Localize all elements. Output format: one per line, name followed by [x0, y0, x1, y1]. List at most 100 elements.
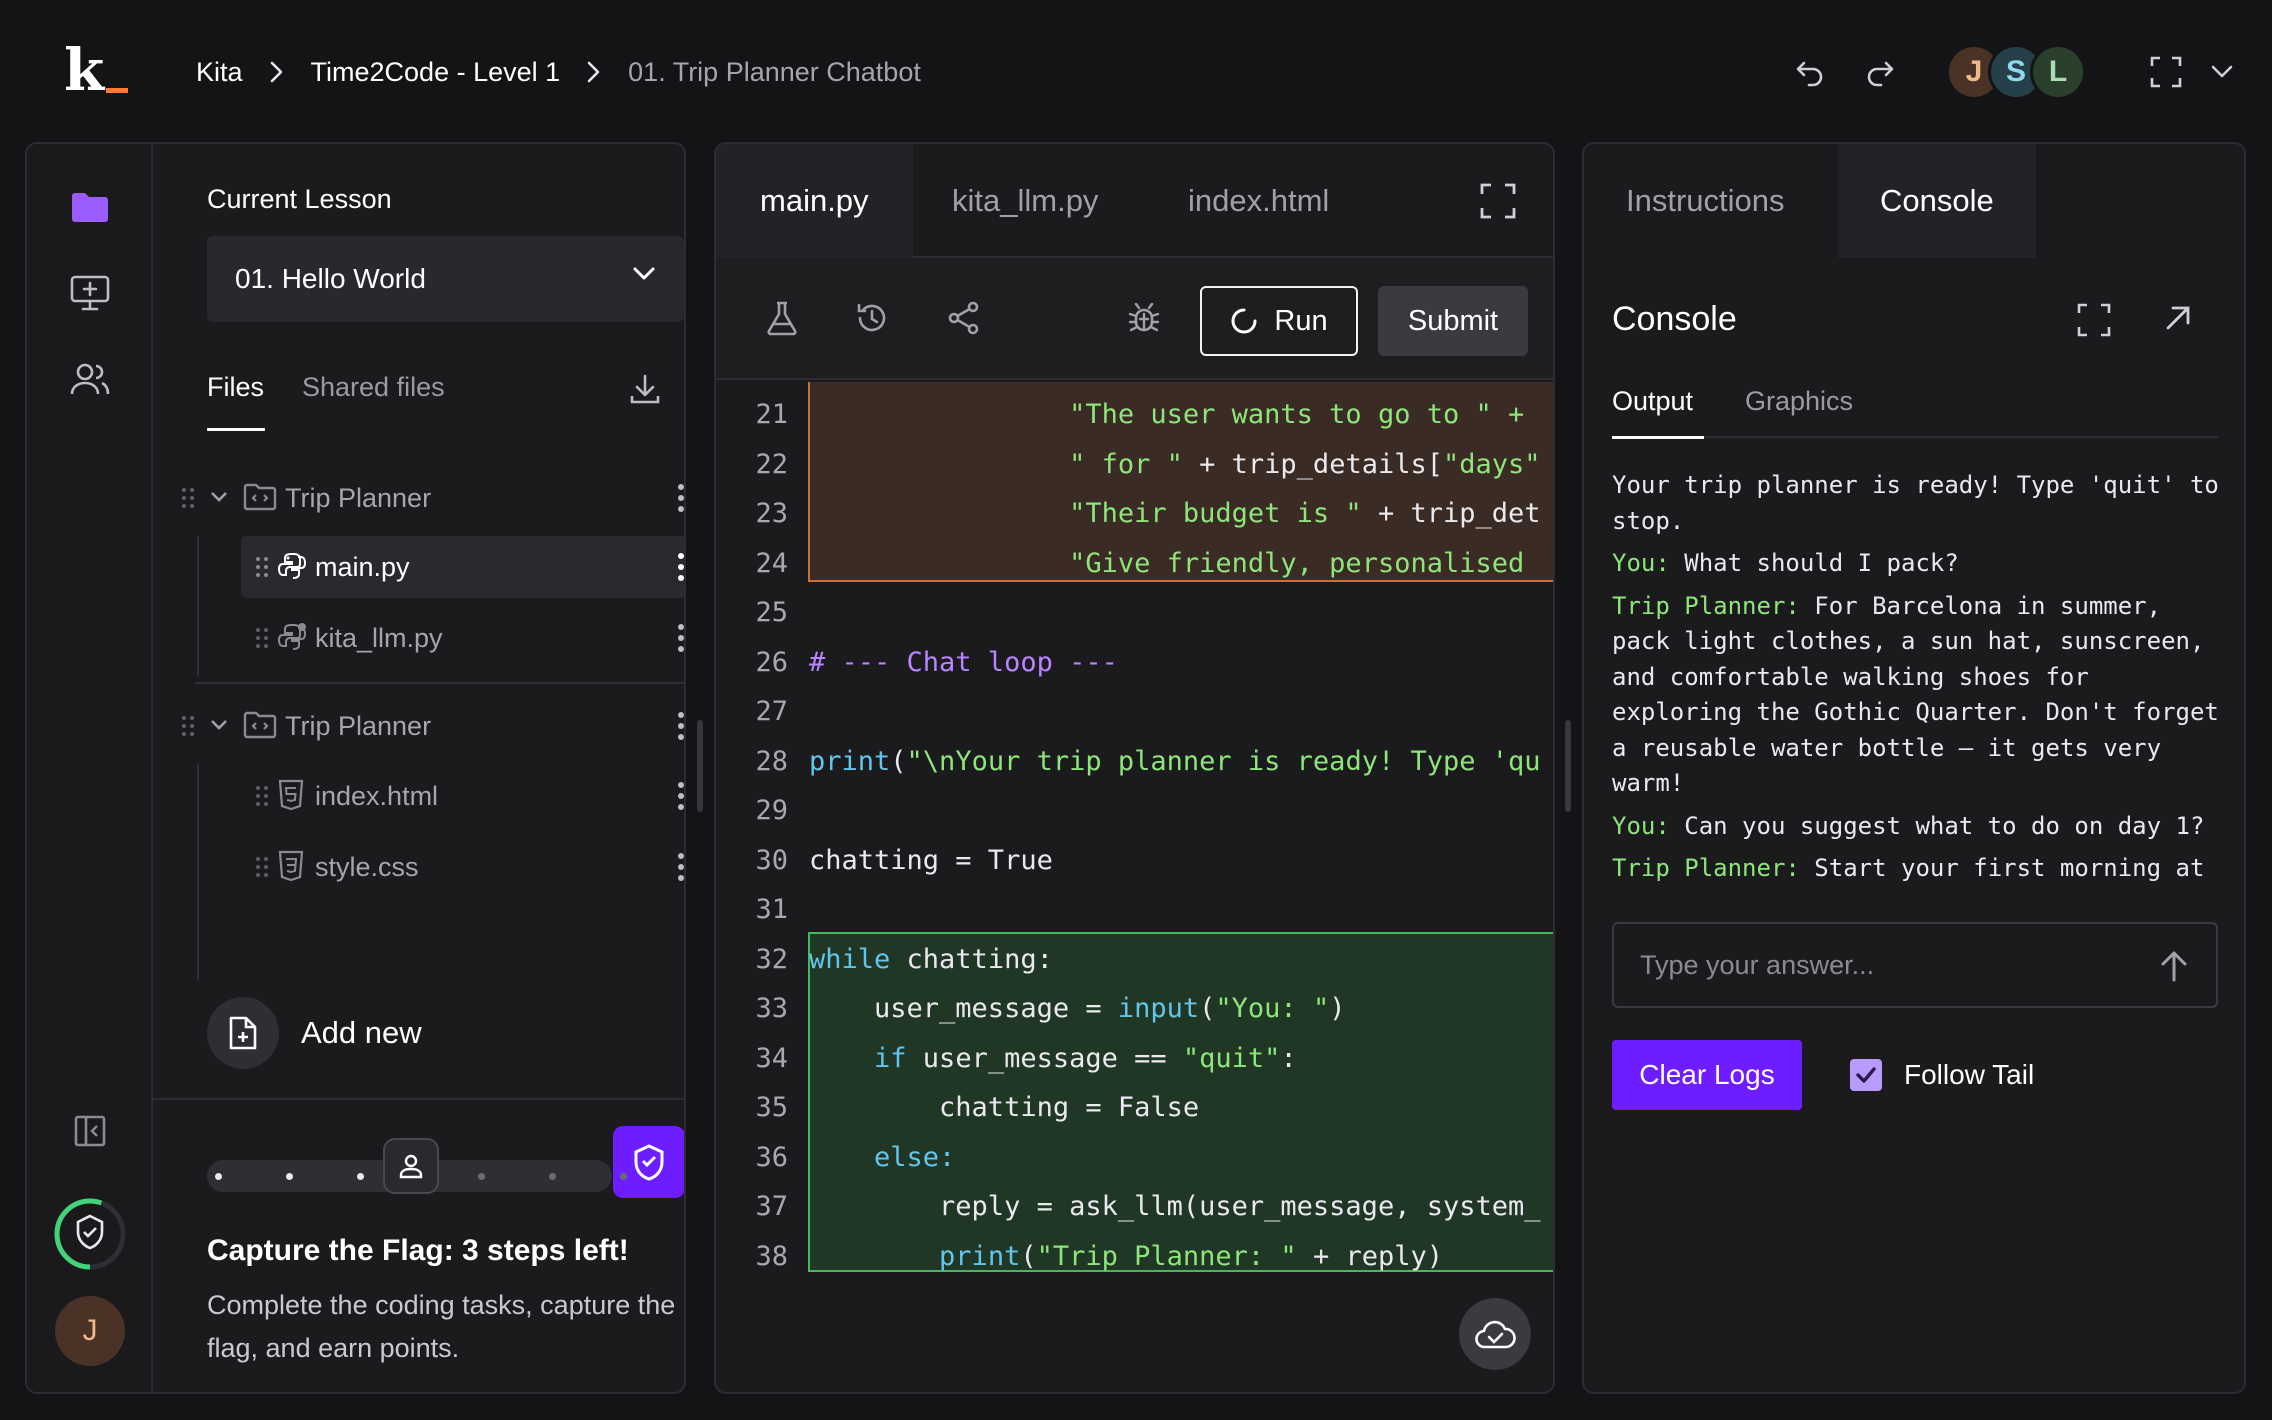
breadcrumb-course[interactable]: Time2Code - Level 1 — [311, 57, 561, 88]
right-panel: Instructions Console Console Output Grap… — [1582, 142, 2246, 1394]
resize-handle[interactable] — [1565, 720, 1571, 812]
file-tabs: Files Shared files — [207, 372, 684, 432]
users-icon[interactable] — [65, 354, 115, 404]
more-vertical-icon — [678, 782, 684, 810]
code-editor: main.py kita_llm.py index.html Run Submi… — [714, 142, 1555, 1394]
line-number: 35 — [755, 1092, 788, 1123]
clear-logs-button[interactable]: Clear Logs — [1612, 1040, 1802, 1110]
file-name: main.py — [315, 551, 410, 582]
chevron-down-icon[interactable] — [2200, 50, 2244, 94]
file-row-style-css[interactable]: style.css — [255, 837, 684, 897]
more-vertical-icon — [678, 712, 684, 740]
code-line: "The user wants to go to " + — [1069, 399, 1541, 430]
tab-main-py[interactable]: main.py — [716, 144, 913, 258]
download-icon[interactable] — [628, 372, 664, 408]
code-line: else: — [874, 1141, 956, 1173]
more-vertical-icon — [678, 484, 684, 512]
collapse-sidebar-icon[interactable] — [65, 1106, 115, 1156]
code-line: "Their budget is " + trip_det — [1069, 498, 1541, 529]
line-number: 34 — [755, 1042, 788, 1074]
add-screen-icon[interactable] — [65, 268, 115, 318]
line-number: 25 — [755, 597, 788, 628]
tab-console[interactable]: Console — [1838, 144, 2036, 258]
kita-logo[interactable]: k — [64, 38, 134, 102]
code-line: "Give friendly, personalised — [1069, 547, 1541, 579]
line-number: 22 — [755, 448, 788, 480]
file-pane: Current Lesson 01. Hello World Files Sha… — [153, 144, 684, 1392]
console-entry: Trip Planner: Start your first morning a… — [1612, 851, 2224, 892]
file-name: kita_llm.py — [315, 622, 443, 653]
flag-progress-ring[interactable] — [52, 1196, 128, 1272]
user-avatar[interactable]: J — [55, 1296, 125, 1366]
share-icon[interactable] — [942, 296, 986, 340]
file-row-main-py[interactable]: main.py — [255, 537, 684, 597]
folder-row[interactable]: Trip Planner — [181, 468, 684, 528]
folder-icon[interactable] — [65, 182, 115, 232]
tab-files[interactable]: Files — [207, 372, 266, 431]
tab-instructions[interactable]: Instructions — [1584, 144, 1827, 258]
expand-editor-icon[interactable] — [1479, 182, 1517, 220]
console-log: Your trip planner is ready! Type 'quit' … — [1612, 468, 2224, 892]
bug-icon[interactable] — [1122, 296, 1166, 340]
code-line: reply = ask_llm(user_message, system_ — [809, 1191, 1541, 1222]
python-icon — [277, 623, 307, 650]
css3-icon — [278, 850, 304, 882]
checkbox-checked-icon — [1850, 1059, 1882, 1091]
tab-graphics[interactable]: Graphics — [1745, 386, 1853, 417]
speaker-label: You: — [1612, 811, 1670, 840]
history-icon[interactable] — [850, 296, 894, 340]
lesson-select[interactable]: 01. Hello World — [207, 236, 684, 322]
line-number: 23 — [755, 498, 788, 529]
chevron-right-icon — [269, 60, 285, 84]
progress-step-dot — [215, 1173, 222, 1180]
user-marker-icon — [383, 1138, 439, 1194]
avatar[interactable]: L — [2030, 44, 2086, 100]
message-text: Your trip planner is ready! Type 'quit' … — [1612, 471, 2219, 535]
chevron-down-icon — [211, 492, 227, 502]
pop-out-icon[interactable] — [2162, 302, 2194, 334]
undo-icon[interactable] — [1788, 50, 1832, 94]
breadcrumb-project: 01. Trip Planner Chatbot — [628, 56, 921, 87]
submit-button[interactable]: Submit — [1378, 286, 1528, 356]
console-entry: Your trip planner is ready! Type 'quit' … — [1612, 468, 2224, 539]
flask-icon[interactable] — [760, 296, 804, 340]
follow-tail-checkbox[interactable]: Follow Tail — [1850, 1040, 2034, 1110]
answer-input[interactable] — [1612, 922, 2218, 1008]
send-arrow-icon[interactable] — [2154, 946, 2194, 986]
speaker-label: Trip Planner: — [1612, 591, 1800, 620]
line-number: 31 — [755, 894, 788, 925]
tab-index-html[interactable]: index.html — [1144, 144, 1373, 258]
output-tabs: Output Graphics — [1612, 376, 2218, 439]
line-number: 28 — [755, 745, 788, 777]
redo-icon[interactable] — [1858, 50, 1902, 94]
maximize-icon[interactable] — [2076, 302, 2112, 338]
file-row-kita-llm-py[interactable]: kita_llm.py — [255, 608, 684, 668]
message-text: For Barcelona in summer, pack light clot… — [1612, 591, 2219, 798]
line-number: 21 — [755, 399, 788, 430]
tab-output[interactable]: Output — [1612, 386, 1705, 439]
breadcrumb-kita[interactable]: Kita — [196, 57, 243, 88]
code-line: print("Trip Planner: " + reply) — [939, 1240, 1443, 1272]
fullscreen-icon[interactable] — [2144, 50, 2188, 94]
run-label: Run — [1274, 304, 1328, 337]
cloud-sync-icon[interactable] — [1459, 1298, 1531, 1370]
tab-shared-files[interactable]: Shared files — [302, 372, 445, 403]
code-area[interactable]: 21 "The user wants to go to " + 22 " for… — [716, 380, 1553, 1380]
ctf-title: Capture the Flag: 3 steps left! — [207, 1234, 629, 1267]
code-line: # --- Chat loop --- — [809, 646, 1118, 678]
console-title: Console — [1612, 300, 1737, 338]
file-name: index.html — [315, 780, 439, 811]
add-new-button[interactable]: Add new — [207, 997, 422, 1069]
run-button[interactable]: Run — [1200, 286, 1358, 356]
message-text: Can you suggest what to do on day 1? — [1684, 811, 2205, 840]
file-row-index-html[interactable]: index.html — [255, 766, 684, 826]
file-name: style.css — [315, 851, 419, 882]
add-new-label: Add new — [301, 1015, 422, 1050]
tab-kita-llm-py[interactable]: kita_llm.py — [908, 144, 1142, 258]
progress-step-dot — [286, 1173, 293, 1180]
folder-row[interactable]: Trip Planner — [181, 696, 684, 756]
resize-handle[interactable] — [697, 720, 703, 812]
code-line: user_message = input("You: ") — [809, 993, 1346, 1024]
flag-badge-button[interactable] — [613, 1126, 684, 1198]
top-bar: k Kita Time2Code - Level 1 01. Trip Plan… — [0, 0, 2272, 142]
